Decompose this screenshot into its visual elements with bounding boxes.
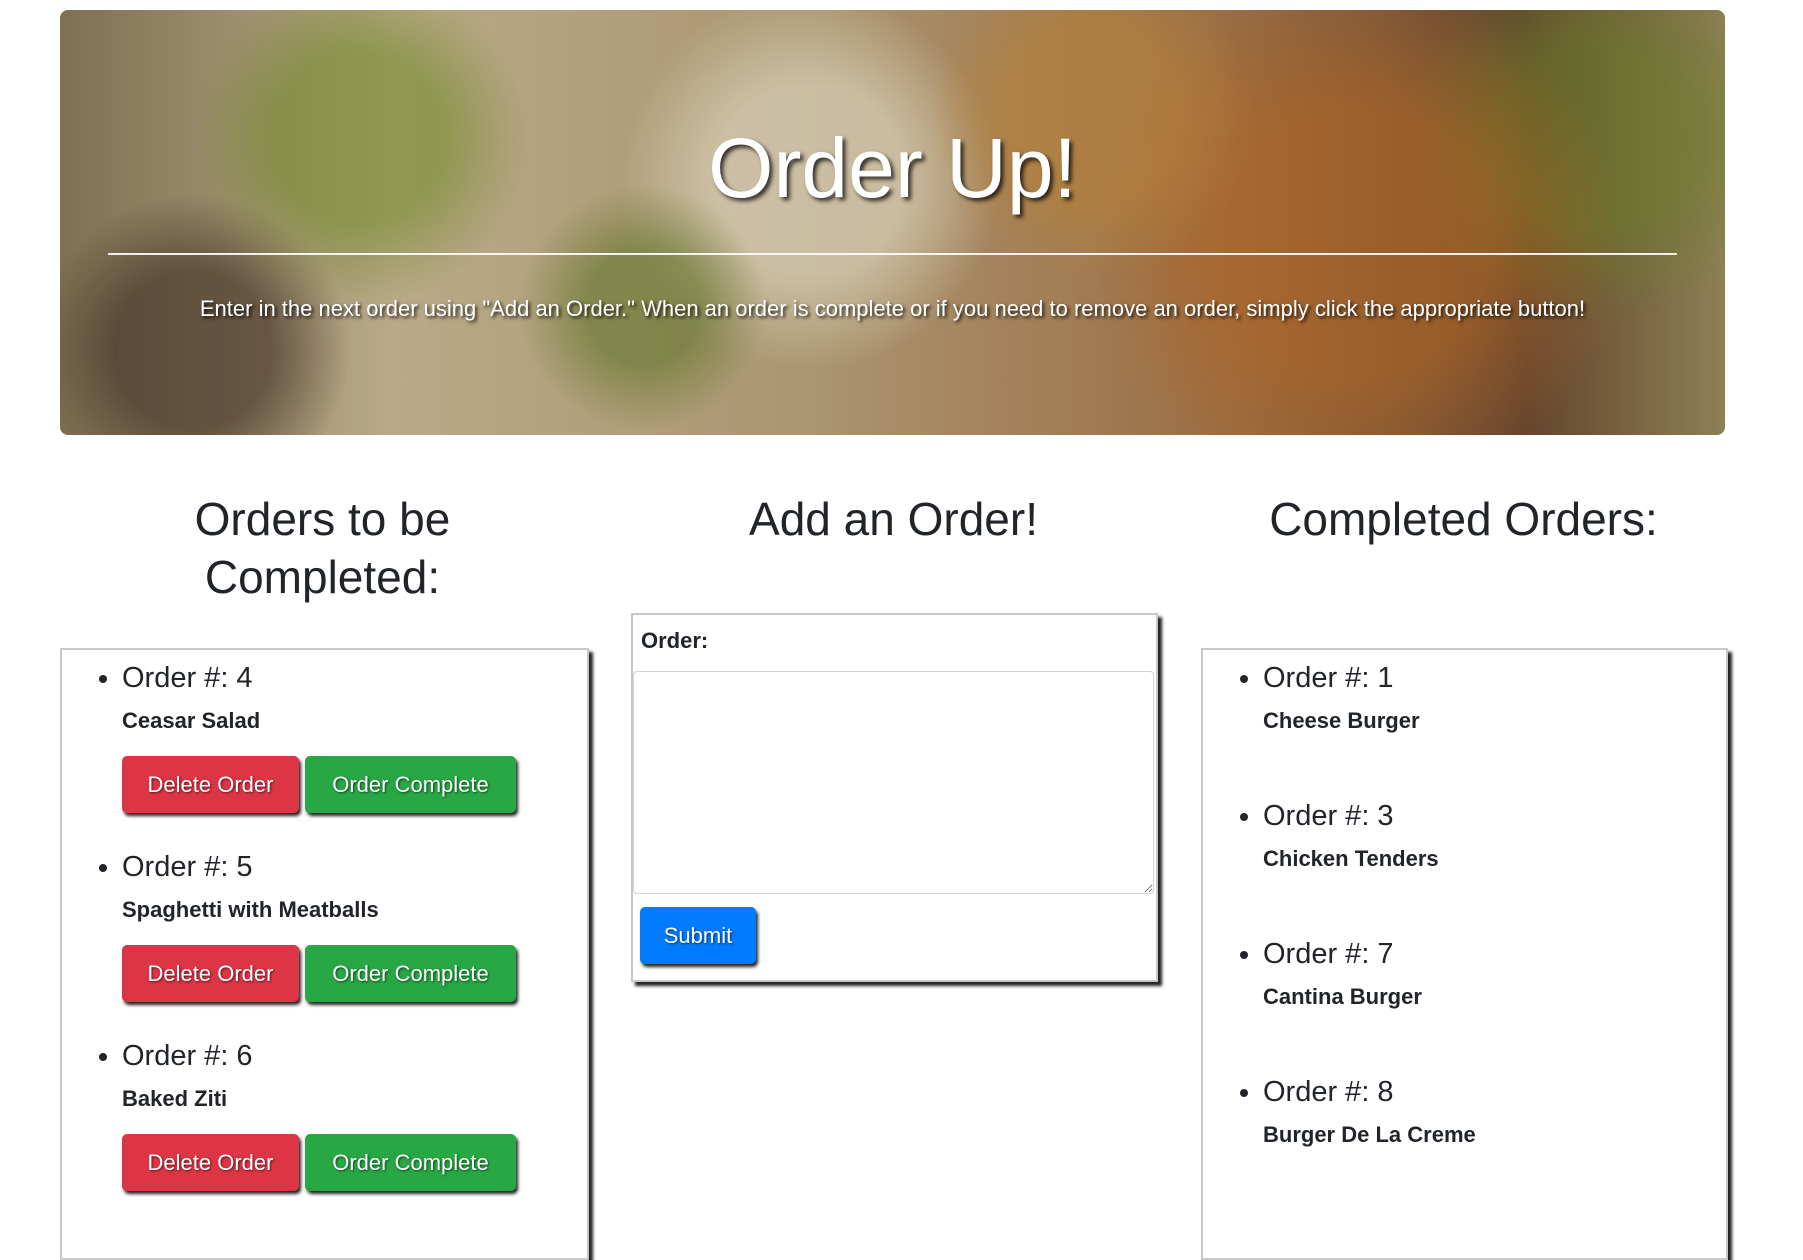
page-subtitle: Enter in the next order using "Add an Or… [199, 296, 1586, 321]
completed-orders-card: Order #: 1 Cheese Burger Order #: 3 Chic… [1201, 648, 1728, 1260]
order-field-label: Order: [641, 628, 709, 653]
order-number: Order #: 5 [122, 851, 253, 883]
add-order-heading: Add an Order! [749, 493, 1038, 545]
order-description: Burger De La Creme [1263, 1122, 1476, 1147]
order-actions: Delete Order Order Complete [122, 1134, 587, 1191]
order-number: Order #: 6 [122, 1040, 253, 1072]
completed-order-item: Order #: 3 Chicken Tenders [1263, 796, 1726, 872]
banner-image [60, 10, 1725, 435]
order-description: Chicken Tenders [1263, 846, 1439, 871]
order-number: Order #: 3 [1263, 800, 1394, 832]
pending-heading-line1: Orders to be [194, 493, 451, 545]
delete-order-button[interactable]: Delete Order [122, 1134, 299, 1191]
pending-orders-heading: Orders to be Completed: [60, 490, 585, 606]
order-complete-button[interactable]: Order Complete [305, 1134, 516, 1191]
order-number: Order #: 4 [122, 662, 253, 694]
order-number: Order #: 8 [1263, 1076, 1394, 1108]
pending-order-item: Order #: 5 Spaghetti with Meatballs Dele… [122, 847, 587, 1002]
pending-orders-list: Order #: 4 Ceasar Salad Delete Order Ord… [62, 658, 587, 1191]
order-complete-button[interactable]: Order Complete [305, 945, 516, 1002]
order-description: Ceasar Salad [122, 708, 261, 733]
order-number: Order #: 7 [1263, 938, 1394, 970]
delete-order-button[interactable]: Delete Order [122, 756, 299, 813]
header-divider [108, 253, 1677, 255]
order-number: Order #: 1 [1263, 662, 1394, 694]
submit-button[interactable]: Submit [640, 907, 756, 964]
page-title: Order Up! [708, 121, 1077, 215]
add-order-form: Order: Submit [631, 613, 1158, 982]
completed-orders-list: Order #: 1 Cheese Burger Order #: 3 Chic… [1203, 658, 1726, 1148]
pending-orders-card: Order #: 4 Ceasar Salad Delete Order Ord… [60, 648, 589, 1260]
completed-order-item: Order #: 7 Cantina Burger [1263, 934, 1726, 1010]
header-banner: Order Up! Enter in the next order using … [60, 10, 1725, 435]
order-description: Baked Ziti [122, 1086, 228, 1111]
delete-order-button[interactable]: Delete Order [122, 945, 299, 1002]
order-description: Cantina Burger [1263, 984, 1422, 1009]
order-complete-button[interactable]: Order Complete [305, 756, 516, 813]
pending-heading-line2: Completed: [204, 551, 441, 603]
order-description: Spaghetti with Meatballs [122, 897, 379, 922]
pending-order-item: Order #: 4 Ceasar Salad Delete Order Ord… [122, 658, 587, 813]
completed-order-item: Order #: 1 Cheese Burger [1263, 658, 1726, 734]
order-textarea[interactable] [633, 671, 1154, 894]
pending-order-item: Order #: 6 Baked Ziti Delete Order Order… [122, 1036, 587, 1191]
order-description: Cheese Burger [1263, 708, 1420, 733]
order-actions: Delete Order Order Complete [122, 945, 587, 1002]
completed-orders-heading: Completed Orders: [1269, 493, 1658, 545]
order-actions: Delete Order Order Complete [122, 756, 587, 813]
completed-order-item: Order #: 8 Burger De La Creme [1263, 1072, 1726, 1148]
